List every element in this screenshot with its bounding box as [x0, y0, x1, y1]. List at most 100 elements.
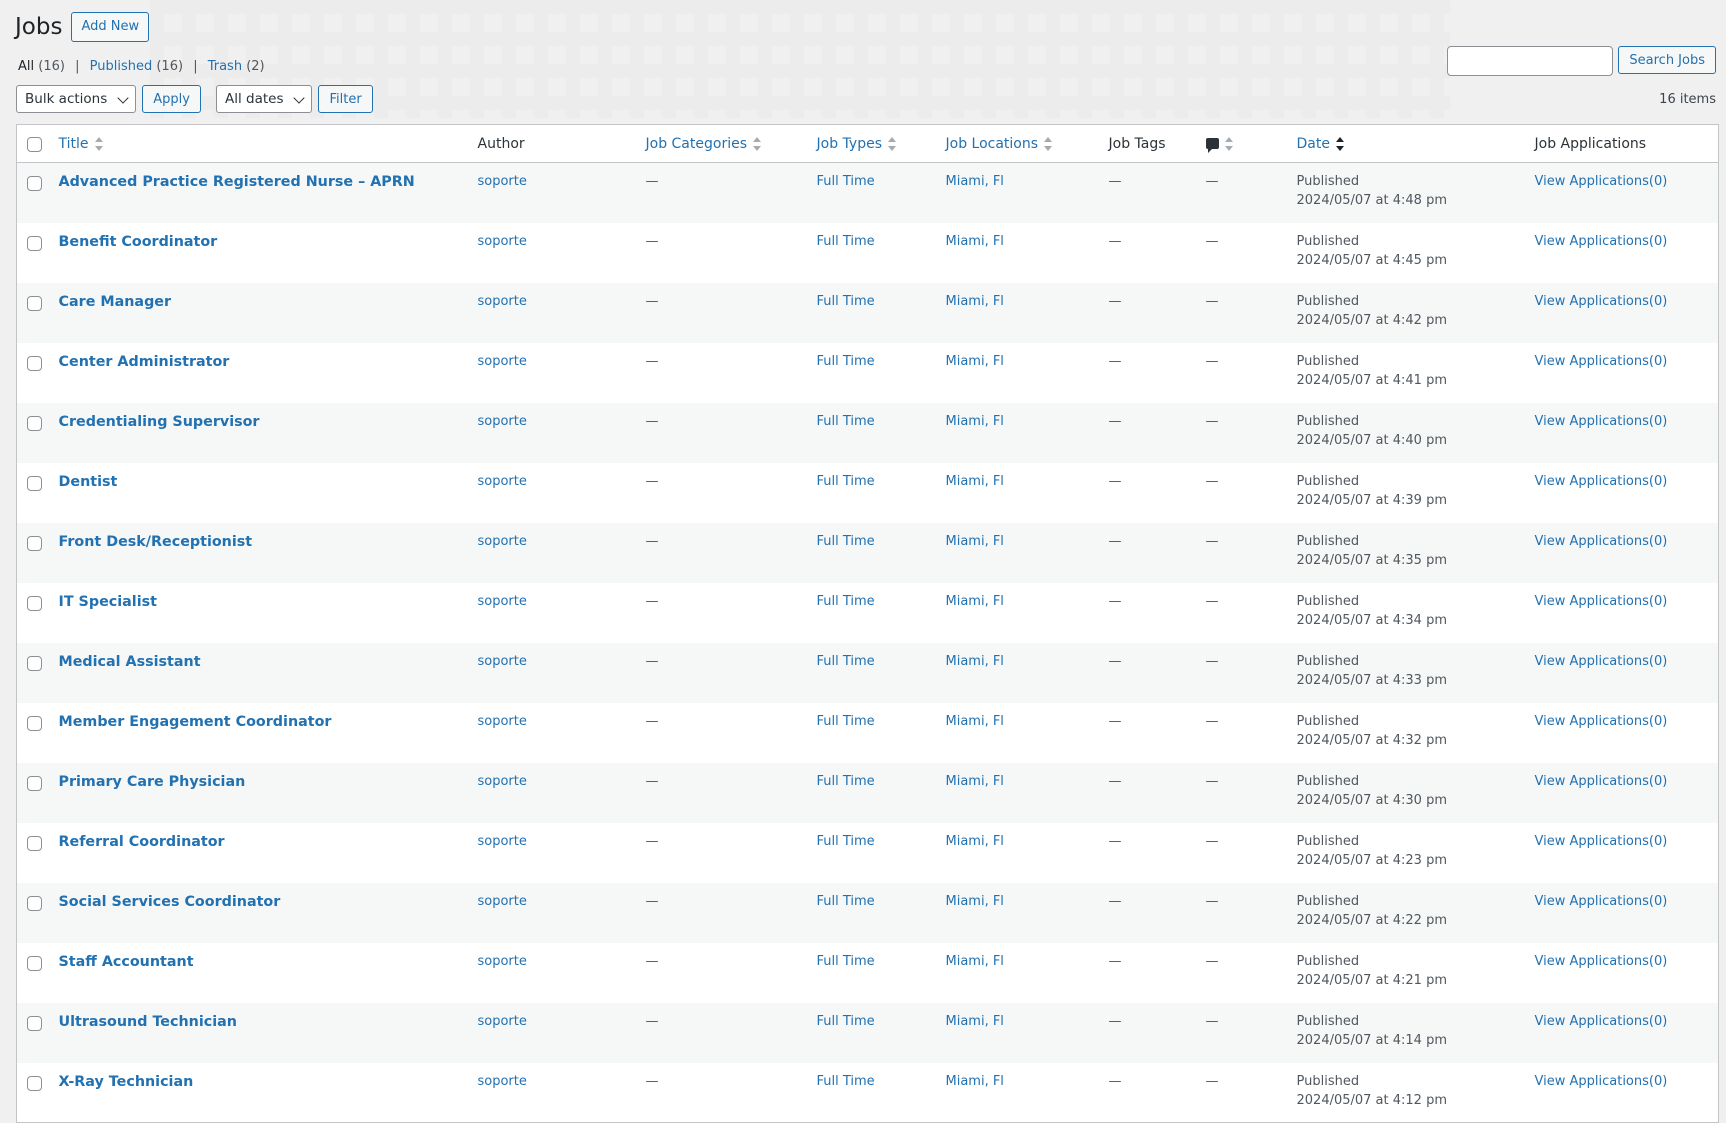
view-applications-link[interactable]: View Applications(0)	[1535, 474, 1668, 489]
author-link[interactable]: soporte	[478, 1014, 527, 1029]
row-checkbox[interactable]	[27, 1075, 42, 1091]
row-checkbox[interactable]	[27, 835, 42, 851]
author-link[interactable]: soporte	[478, 714, 527, 729]
job-location-link[interactable]: Miami, Fl	[946, 354, 1004, 369]
job-location-link[interactable]: Miami, Fl	[946, 954, 1004, 969]
author-link[interactable]: soporte	[478, 234, 527, 249]
row-checkbox[interactable]	[27, 955, 42, 971]
job-title-link[interactable]: Care Manager	[59, 294, 172, 310]
column-comments[interactable]	[1197, 124, 1289, 163]
job-location-link[interactable]: Miami, Fl	[946, 654, 1004, 669]
view-all-label[interactable]: All	[18, 59, 34, 74]
view-applications-link[interactable]: View Applications(0)	[1535, 414, 1668, 429]
row-checkbox[interactable]	[27, 895, 42, 911]
column-categories[interactable]: Job Categories	[637, 124, 809, 163]
view-published-label[interactable]: Published	[90, 59, 153, 74]
job-type-link[interactable]: Full Time	[817, 594, 875, 609]
row-checkbox[interactable]	[27, 655, 42, 671]
job-type-link[interactable]: Full Time	[817, 714, 875, 729]
view-applications-link[interactable]: View Applications(0)	[1535, 1074, 1668, 1089]
sort-arrows-icon[interactable]	[753, 136, 761, 151]
job-title-link[interactable]: Credentialing Supervisor	[59, 414, 260, 430]
job-type-link[interactable]: Full Time	[817, 834, 875, 849]
sort-arrows-icon[interactable]	[94, 136, 103, 151]
author-link[interactable]: soporte	[478, 174, 527, 189]
job-title-link[interactable]: Center Administrator	[59, 354, 230, 370]
row-checkbox[interactable]	[27, 595, 42, 611]
view-applications-link[interactable]: View Applications(0)	[1535, 354, 1668, 369]
view-applications-link[interactable]: View Applications(0)	[1535, 894, 1668, 909]
column-date[interactable]: Date	[1288, 124, 1527, 163]
author-link[interactable]: soporte	[478, 474, 527, 489]
apply-button[interactable]: Apply	[142, 85, 201, 113]
view-applications-link[interactable]: View Applications(0)	[1535, 594, 1668, 609]
job-type-link[interactable]: Full Time	[817, 894, 875, 909]
column-types[interactable]: Job Types	[808, 124, 938, 163]
job-type-link[interactable]: Full Time	[817, 474, 875, 489]
view-applications-link[interactable]: View Applications(0)	[1535, 1014, 1668, 1029]
job-location-link[interactable]: Miami, Fl	[946, 174, 1004, 189]
row-checkbox[interactable]	[27, 775, 42, 791]
job-title-link[interactable]: Ultrasound Technician	[59, 1014, 237, 1030]
row-checkbox[interactable]	[27, 415, 42, 431]
job-title-link[interactable]: X-Ray Technician	[59, 1074, 194, 1090]
job-title-link[interactable]: Social Services Coordinator	[59, 894, 281, 910]
job-location-link[interactable]: Miami, Fl	[946, 1014, 1004, 1029]
job-title-link[interactable]: Advanced Practice Registered Nurse – APR…	[59, 174, 415, 190]
job-type-link[interactable]: Full Time	[817, 1014, 875, 1029]
row-checkbox[interactable]	[27, 535, 42, 551]
job-location-link[interactable]: Miami, Fl	[946, 834, 1004, 849]
row-checkbox[interactable]	[27, 1015, 42, 1031]
job-location-link[interactable]: Miami, Fl	[946, 294, 1004, 309]
sort-arrows-icon[interactable]	[887, 136, 896, 151]
author-link[interactable]: soporte	[478, 354, 527, 369]
job-title-link[interactable]: Referral Coordinator	[59, 834, 225, 850]
view-applications-link[interactable]: View Applications(0)	[1535, 954, 1668, 969]
job-type-link[interactable]: Full Time	[817, 294, 875, 309]
author-link[interactable]: soporte	[478, 954, 527, 969]
author-link[interactable]: soporte	[478, 594, 527, 609]
job-title-link[interactable]: Medical Assistant	[59, 654, 201, 670]
column-date-label[interactable]: Date	[1297, 136, 1330, 152]
row-checkbox[interactable]	[27, 235, 42, 251]
sort-arrows-icon[interactable]	[1224, 136, 1233, 151]
row-checkbox[interactable]	[27, 715, 42, 731]
author-link[interactable]: soporte	[478, 534, 527, 549]
job-location-link[interactable]: Miami, Fl	[946, 534, 1004, 549]
view-applications-link[interactable]: View Applications(0)	[1535, 234, 1668, 249]
date-filter-select[interactable]: All dates	[215, 85, 313, 113]
job-type-link[interactable]: Full Time	[817, 654, 875, 669]
author-link[interactable]: soporte	[478, 1074, 527, 1089]
search-input[interactable]	[1447, 46, 1614, 76]
row-checkbox[interactable]	[27, 295, 42, 311]
author-link[interactable]: soporte	[478, 774, 527, 789]
column-title-label[interactable]: Title	[59, 136, 89, 152]
author-link[interactable]: soporte	[478, 894, 527, 909]
view-applications-link[interactable]: View Applications(0)	[1535, 654, 1668, 669]
job-title-link[interactable]: IT Specialist	[59, 594, 157, 610]
job-location-link[interactable]: Miami, Fl	[946, 714, 1004, 729]
job-title-link[interactable]: Staff Accountant	[59, 954, 194, 970]
job-location-link[interactable]: Miami, Fl	[946, 474, 1004, 489]
column-categories-label[interactable]: Job Categories	[646, 136, 748, 152]
add-new-button[interactable]: Add New	[71, 12, 150, 42]
filter-button[interactable]: Filter	[318, 85, 373, 113]
job-title-link[interactable]: Benefit Coordinator	[59, 234, 218, 250]
sort-arrows-icon[interactable]	[1044, 136, 1053, 151]
job-type-link[interactable]: Full Time	[817, 954, 875, 969]
bulk-actions-select[interactable]: Bulk actions	[16, 85, 137, 113]
job-location-link[interactable]: Miami, Fl	[946, 1074, 1004, 1089]
column-title[interactable]: Title	[50, 124, 470, 163]
column-locations-label[interactable]: Job Locations	[946, 136, 1039, 152]
row-checkbox[interactable]	[27, 355, 42, 371]
job-location-link[interactable]: Miami, Fl	[946, 414, 1004, 429]
job-title-link[interactable]: Front Desk/Receptionist	[59, 534, 253, 550]
job-location-link[interactable]: Miami, Fl	[946, 594, 1004, 609]
job-type-link[interactable]: Full Time	[817, 234, 875, 249]
author-link[interactable]: soporte	[478, 414, 527, 429]
job-title-link[interactable]: Dentist	[59, 474, 118, 490]
author-link[interactable]: soporte	[478, 294, 527, 309]
job-title-link[interactable]: Member Engagement Coordinator	[59, 714, 332, 730]
row-checkbox[interactable]	[27, 176, 42, 191]
view-applications-link[interactable]: View Applications(0)	[1535, 834, 1668, 849]
